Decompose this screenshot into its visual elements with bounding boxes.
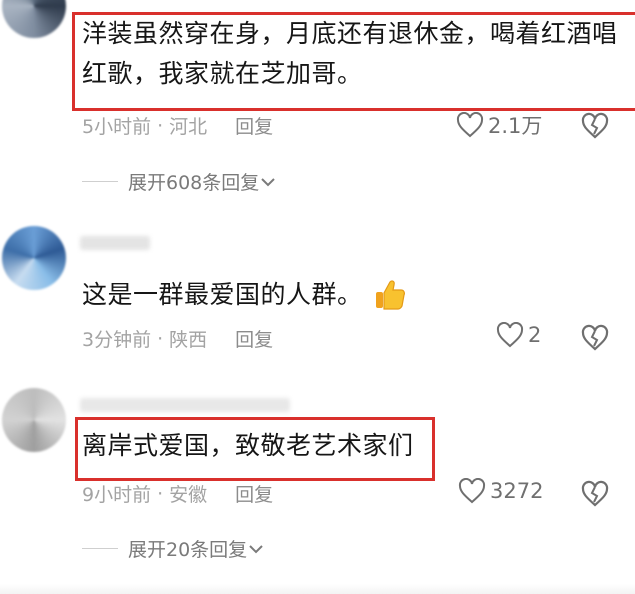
like-count: 2 [528, 323, 542, 347]
avatar[interactable] [2, 0, 66, 38]
chevron-down-icon [261, 177, 275, 186]
broken-heart-icon [581, 112, 609, 139]
dislike-button[interactable] [580, 480, 610, 512]
broken-heart-icon [581, 480, 609, 507]
heart-icon [456, 112, 484, 138]
avatar[interactable] [2, 226, 66, 290]
comment-meta: 5小时前 · 河北 回复 [82, 112, 273, 139]
comment-location: 陕西 [169, 329, 208, 351]
dislike-button[interactable] [580, 112, 610, 144]
chevron-down-icon [249, 544, 263, 553]
comment-time: 5小时前 [82, 116, 152, 138]
broken-heart-icon [581, 324, 609, 351]
heart-icon [458, 478, 486, 504]
expand-replies-button[interactable]: 展开20条回复 [82, 535, 265, 562]
comment-time: 9小时前 [82, 484, 152, 506]
comment-text: 这是一群最爱国的人群。 [82, 275, 407, 315]
reply-button[interactable]: 回复 [235, 112, 273, 139]
expand-label: 展开608条回复 [128, 172, 260, 194]
reply-button[interactable]: 回复 [235, 480, 273, 507]
dislike-button[interactable] [580, 324, 610, 356]
username-blurred [80, 398, 290, 412]
expand-divider [82, 181, 118, 182]
like-button[interactable]: 2.1万 [456, 110, 542, 140]
comment-location: 安徽 [169, 484, 208, 506]
meta-separator: · [157, 327, 164, 350]
expand-label: 展开20条回复 [128, 539, 248, 561]
like-button[interactable]: 3272 [458, 478, 543, 504]
like-count: 3272 [490, 479, 544, 503]
like-button[interactable]: 2 [496, 322, 541, 348]
comment-meta: 3分钟前 · 陕西 回复 [82, 325, 273, 352]
comment-location: 河北 [169, 116, 208, 138]
expand-replies-button[interactable]: 展开608条回复 [82, 168, 277, 195]
comment-meta: 9小时前 · 安徽 回复 [82, 480, 273, 507]
comment-text: 洋装虽然穿在身，月底还有退休金，喝着红酒唱红歌，我家就在芝加哥。 [82, 19, 618, 88]
meta-separator: · [157, 482, 164, 505]
thumbs-up-icon [375, 280, 405, 310]
expand-divider [82, 548, 118, 549]
comment-body: 这是一群最爱国的人群。 [82, 280, 363, 309]
comment-time: 3分钟前 [82, 329, 152, 351]
comment-text: 离岸式爱国，致敬老艺术家们 [82, 431, 414, 460]
avatar[interactable] [2, 388, 66, 452]
meta-separator: · [157, 114, 164, 137]
like-count: 2.1万 [488, 114, 543, 138]
heart-icon [496, 322, 524, 348]
username-blurred [80, 236, 150, 250]
bottom-edge [0, 584, 635, 594]
reply-button[interactable]: 回复 [235, 325, 273, 352]
